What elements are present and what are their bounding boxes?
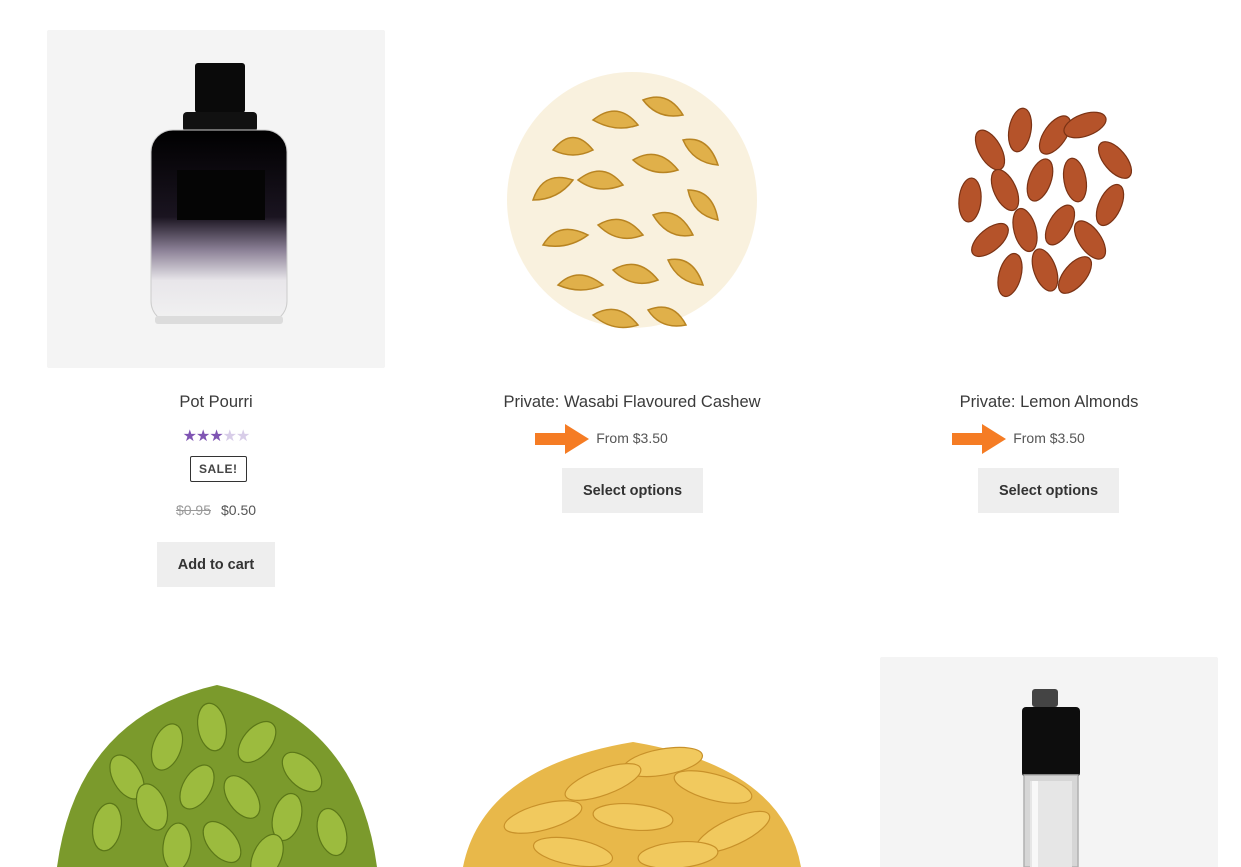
price: $0.95 $0.50 <box>47 502 385 518</box>
rating-stars: ★★★★★ <box>47 426 385 446</box>
star-icon: ★ <box>195 428 210 445</box>
star-icon: ★ <box>182 428 197 445</box>
price: From $3.50 <box>1013 430 1085 446</box>
banana-chips-image <box>463 742 801 867</box>
product-image-banana-chips[interactable] <box>463 657 801 867</box>
almonds-image <box>958 107 1133 298</box>
sale-badge: SALE! <box>190 456 247 482</box>
cashews-image <box>507 72 757 329</box>
product-image-perfume-clear[interactable] <box>880 657 1218 867</box>
star-empty-icon: ★ <box>222 428 237 445</box>
pumpkin-seeds-image <box>57 685 377 867</box>
perfume-bottle-image <box>150 63 288 324</box>
product-title[interactable]: Pot Pourri <box>47 393 385 412</box>
product-title[interactable]: Private: Lemon Almonds <box>880 393 1218 412</box>
star-icon: ★ <box>209 428 223 445</box>
product-image-cashews[interactable] <box>463 30 801 368</box>
product-title[interactable]: Private: Wasabi Flavoured Cashew <box>463 393 801 412</box>
product-image-pumpkin-seeds[interactable] <box>47 657 385 867</box>
add-to-cart-button[interactable]: Add to cart <box>157 542 275 587</box>
select-options-button[interactable]: Select options <box>562 468 703 513</box>
price: From $3.50 <box>596 430 668 446</box>
old-price: $0.95 <box>175 502 211 518</box>
perfume-bottle-clear-image <box>1022 689 1080 867</box>
product-image-almonds[interactable] <box>880 30 1218 368</box>
star-empty-icon: ★ <box>236 428 250 445</box>
select-options-button[interactable]: Select options <box>978 468 1119 513</box>
sale-price: $0.50 <box>221 502 257 518</box>
product-image-perfume-black[interactable] <box>47 30 385 368</box>
